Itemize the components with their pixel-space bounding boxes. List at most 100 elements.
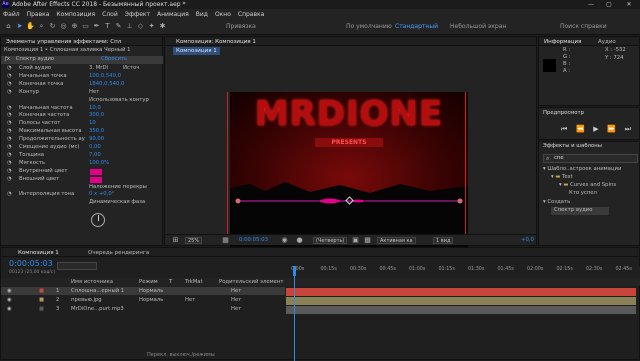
- fx-search-input[interactable]: ⌕ спе: [543, 154, 638, 163]
- effect-param-row[interactable]: Полосы частот ◔ 10: [1, 120, 163, 128]
- eye-icon[interactable]: ◉: [7, 287, 12, 295]
- tab-effect-controls[interactable]: Элементы управления эффектами: Спл: [3, 38, 124, 46]
- roto-tool-icon[interactable]: ✦: [147, 22, 156, 31]
- layer-bar-3[interactable]: [286, 306, 636, 314]
- param-value-secondary[interactable]: Источ: [123, 65, 139, 73]
- pen-tool-icon[interactable]: ✒: [92, 22, 101, 31]
- zoom-tool-icon[interactable]: ⌕: [37, 22, 46, 31]
- last-frame-icon[interactable]: ⏭: [625, 125, 631, 134]
- layer-bar-1[interactable]: [286, 288, 636, 296]
- tab-effects-presets[interactable]: Эффекты и шаблоны: [543, 143, 602, 151]
- stopwatch-icon[interactable]: ◔: [7, 160, 12, 168]
- param-value[interactable]: 7,00: [89, 152, 101, 160]
- camera-dropdown[interactable]: Активная ка: [377, 237, 416, 244]
- stopwatch-icon[interactable]: ◔: [7, 73, 12, 81]
- hand-tool-icon[interactable]: ✋: [26, 22, 35, 31]
- stopwatch-icon[interactable]: ◔: [7, 191, 12, 199]
- current-time[interactable]: 0:00:05:03: [239, 237, 268, 245]
- views-dropdown[interactable]: 1 вид: [433, 237, 454, 244]
- first-frame-icon[interactable]: ⏮: [561, 125, 567, 134]
- effect-header[interactable]: ƒx Спектр аудио Сбросить: [1, 56, 163, 64]
- menu-view[interactable]: Вид: [196, 11, 208, 18]
- effect-param-row[interactable]: Контур ◔ Нет: [1, 89, 163, 97]
- param-value[interactable]: 350,0: [89, 128, 104, 136]
- selection-tool-icon[interactable]: ➤: [15, 22, 24, 31]
- magnification-icon[interactable]: ⊞: [171, 236, 180, 245]
- help-search[interactable]: Поиск справки: [560, 23, 607, 30]
- workspace-small[interactable]: Небольшой экран: [450, 23, 506, 30]
- comp-subtab[interactable]: Композиция 1: [173, 47, 220, 55]
- toggle-switches-modes[interactable]: Перекл. выключ./режимы: [147, 352, 215, 360]
- play-icon[interactable]: ▶: [593, 125, 598, 134]
- eye-icon[interactable]: ◉: [7, 305, 12, 313]
- param-value[interactable]: Динамическая фаза: [89, 199, 145, 207]
- color-channel-icon[interactable]: ●: [295, 236, 304, 245]
- layer-name[interactable]: MrDiOne...purt.mp3: [71, 305, 124, 313]
- next-frame-icon[interactable]: ⏩: [607, 125, 616, 134]
- workspace-standard[interactable]: Стандартный: [395, 23, 438, 30]
- layer-parent[interactable]: Нет: [231, 287, 241, 295]
- eraser-tool-icon[interactable]: ◇: [136, 22, 145, 31]
- effect-param-row[interactable]: Конечная точка ◔ 1840,0,540,0: [1, 81, 163, 89]
- rotate-tool-icon[interactable]: ↻: [48, 22, 57, 31]
- menu-window[interactable]: Окно: [215, 11, 231, 18]
- effect-param-row[interactable]: Мягкость ◔ 100,0%: [1, 160, 163, 168]
- layer-parent[interactable]: Нет: [231, 296, 241, 304]
- tab-composition[interactable]: Композиция: Композиция 1: [173, 38, 259, 46]
- time-ruler[interactable]: 0:00s 00:15s 00:30s 00:45s 01:00s 01:15s 01:30…: [285, 266, 640, 278]
- effect-param-row[interactable]: Максимальная высота ◔ 350,0: [1, 128, 163, 136]
- param-value[interactable]: Нет: [89, 89, 99, 97]
- effect-param-row[interactable]: Динамическая фаза: [1, 199, 163, 207]
- menu-help[interactable]: Справка: [238, 11, 264, 18]
- clone-tool-icon[interactable]: ⊥: [125, 22, 134, 31]
- color-swatch[interactable]: [90, 168, 102, 175]
- stopwatch-icon[interactable]: ◔: [7, 152, 12, 160]
- effect-param-row[interactable]: Внутренний цвет ◔: [1, 168, 163, 176]
- snapping-label[interactable]: Привязка: [226, 23, 256, 30]
- brush-tool-icon[interactable]: ✎: [114, 22, 123, 31]
- layer-row[interactable]: ◉ ■ 3 MrDiOne...purt.mp3 Нет: [1, 305, 285, 313]
- menu-layer[interactable]: Слой: [102, 11, 118, 18]
- layer-name[interactable]: превью.jpg: [71, 296, 102, 304]
- param-value[interactable]: 100,0%: [89, 160, 109, 168]
- stopwatch-icon[interactable]: ◔: [7, 89, 12, 97]
- exposure-value[interactable]: +0,0: [521, 237, 534, 245]
- tab-info[interactable]: Информация: [541, 38, 584, 46]
- resolution-dropdown[interactable]: (Четверть): [313, 237, 348, 244]
- stopwatch-icon[interactable]: ◔: [7, 128, 12, 136]
- menu-effect[interactable]: Эффект: [125, 11, 150, 18]
- menu-animation[interactable]: Анимация: [157, 11, 189, 18]
- effect-param-row[interactable]: Продолжительность ау ◔ 90,00: [1, 136, 163, 144]
- layer-row[interactable]: ◉ ■ 2 превью.jpg Нормаль Нет Нет: [1, 296, 285, 304]
- stopwatch-icon[interactable]: ◔: [7, 176, 12, 184]
- param-value[interactable]: Наложение перекры: [89, 184, 147, 192]
- tree-curves[interactable]: ▾ ▬ Curves and Spins: [559, 182, 616, 190]
- roi-icon[interactable]: ▣: [351, 236, 360, 245]
- param-value[interactable]: 10: [89, 120, 96, 128]
- menu-composition[interactable]: Композиция: [56, 11, 95, 18]
- maximize-button[interactable]: ▢: [602, 0, 616, 9]
- stopwatch-icon[interactable]: ◔: [7, 168, 12, 176]
- effect-param-row[interactable]: Использовать контур: [1, 97, 163, 105]
- start-point-handle[interactable]: [235, 198, 241, 204]
- layer-row[interactable]: ◉ ■ 1 Сплошна...ерный 1 Нормаль Нет: [1, 287, 285, 295]
- color-swatch[interactable]: [90, 176, 102, 183]
- param-value[interactable]: 1840,0,540,0: [89, 81, 124, 89]
- home-icon[interactable]: ⌂: [4, 22, 13, 31]
- effect-param-row[interactable]: Конечная частота ◔ 300,0: [1, 112, 163, 120]
- layer-trkmat[interactable]: Нет: [185, 296, 195, 304]
- effect-param-row[interactable]: Слой аудио ◔ 3. MrDi Источ: [1, 65, 163, 73]
- close-button[interactable]: ✕: [622, 0, 636, 9]
- tab-audio[interactable]: Аудио: [595, 38, 619, 46]
- stopwatch-icon[interactable]: ◔: [7, 81, 12, 89]
- param-value[interactable]: 0 x +0,0°: [89, 191, 114, 199]
- workspace-default[interactable]: По умолчанию: [346, 23, 392, 30]
- zoom-dropdown[interactable]: 25%: [185, 237, 203, 244]
- grid-icon[interactable]: ▦: [221, 236, 230, 245]
- menu-edit[interactable]: Правка: [27, 11, 50, 18]
- prev-frame-icon[interactable]: ⏪: [576, 125, 585, 134]
- reset-link[interactable]: Сбросить: [101, 56, 127, 64]
- layer-bar-2[interactable]: [286, 297, 636, 305]
- stopwatch-icon[interactable]: ◔: [7, 65, 12, 73]
- tree-create[interactable]: ▾ Создать: [543, 199, 570, 207]
